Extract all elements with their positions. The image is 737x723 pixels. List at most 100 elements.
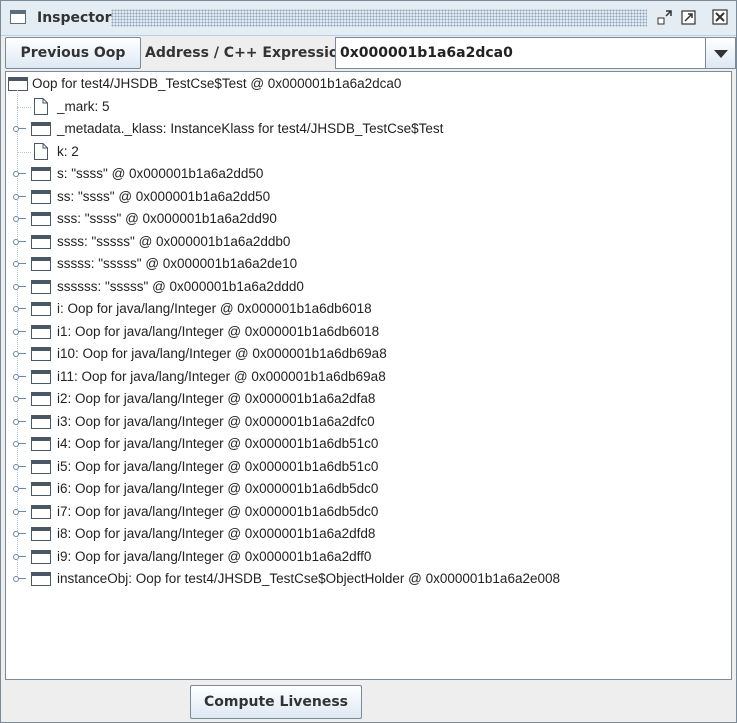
expand-handle-icon[interactable] [13, 439, 26, 449]
tree-row-label: i4: Oop for java/lang/Integer @ 0x000001… [57, 436, 379, 451]
tree-row-label: ssss: "sssss" @ 0x000001b1a6a2ddb0 [57, 233, 291, 249]
expand-handle-icon[interactable] [13, 349, 26, 359]
tree-row-label: k: 2 [57, 143, 79, 159]
folder-icon [31, 279, 51, 294]
expand-handle-icon[interactable] [13, 169, 26, 179]
tree-row[interactable]: i3: Oop for java/lang/Integer @ 0x000001… [6, 411, 726, 433]
folder-icon [31, 189, 51, 204]
tree-row[interactable]: sss: "ssss" @ 0x000001b1a6a2dd90 [6, 208, 726, 230]
tree-row[interactable]: i5: Oop for java/lang/Integer @ 0x000001… [6, 456, 726, 478]
minimize-icon[interactable] [657, 9, 673, 25]
tree-row[interactable]: i2: Oop for java/lang/Integer @ 0x000001… [6, 388, 726, 410]
close-icon[interactable] [712, 9, 728, 25]
expand-handle-icon[interactable] [13, 282, 26, 292]
tree-row[interactable]: _metadata._klass: InstanceKlass for test… [6, 118, 726, 140]
expand-handle-icon[interactable] [13, 192, 26, 202]
expand-handle-icon[interactable] [13, 327, 26, 337]
tree-row[interactable]: _mark: 5 [6, 96, 726, 118]
tree-row-label: i5: Oop for java/lang/Integer @ 0x000001… [57, 458, 379, 474]
expand-handle-icon[interactable] [13, 417, 26, 427]
tree-row-label: i9: Oop for java/lang/Integer @ 0x000001… [57, 548, 372, 564]
tree-row[interactable]: ssssss: "sssss" @ 0x000001b1a6a2ddd0 [6, 276, 726, 298]
tree-row[interactable]: i10: Oop for java/lang/Integer @ 0x00000… [6, 343, 726, 365]
tree-row-label: i7: Oop for java/lang/Integer @ 0x000001… [57, 503, 379, 519]
tree-row-label: i6: Oop for java/lang/Integer @ 0x000001… [57, 481, 379, 496]
tree-row[interactable]: sssss: "sssss" @ 0x000001b1a6a2de10 [6, 253, 726, 275]
tree-row[interactable]: k: 2 [6, 141, 726, 163]
folder-icon [31, 392, 51, 406]
address-combo[interactable]: 0x000001b1a6a2dca0 [335, 37, 736, 69]
folder-icon [31, 302, 51, 316]
folder-icon [31, 167, 51, 181]
tree-row-label: i8: Oop for java/lang/Integer @ 0x000001… [57, 526, 376, 541]
maximize-icon[interactable] [681, 9, 697, 25]
expand-handle-icon[interactable] [13, 484, 26, 494]
expand-handle-icon[interactable] [13, 259, 26, 269]
tree-row[interactable]: ss: "ssss" @ 0x000001b1a6a2dd50 [6, 186, 726, 208]
folder-icon [31, 347, 51, 361]
tree-row-label: instanceObj: Oop for test4/JHSDB_TestCse… [57, 571, 561, 586]
expand-handle-icon[interactable] [13, 304, 26, 314]
folder-icon [31, 504, 51, 519]
tree-row[interactable]: instanceObj: Oop for test4/JHSDB_TestCse… [6, 568, 726, 590]
expand-handle-icon[interactable] [13, 124, 26, 134]
tree-branch-line [17, 151, 31, 153]
tree-row[interactable]: i4: Oop for java/lang/Integer @ 0x000001… [6, 433, 726, 455]
tree-row[interactable]: ssss: "sssss" @ 0x000001b1a6a2ddb0 [6, 231, 726, 253]
tree-row[interactable]: i9: Oop for java/lang/Integer @ 0x000001… [6, 546, 726, 568]
file-icon [34, 142, 48, 160]
oop-tree[interactable]: Oop for test4/JHSDB_TestCse$Test @ 0x000… [5, 71, 732, 680]
folder-icon [31, 527, 51, 541]
window-icon [10, 10, 26, 24]
tree-root-label: Oop for test4/JHSDB_TestCse$Test @ 0x000… [32, 76, 402, 91]
title-drag-area[interactable] [111, 9, 647, 27]
address-input[interactable]: 0x000001b1a6a2dca0 [340, 45, 513, 61]
tree-row[interactable]: i6: Oop for java/lang/Integer @ 0x000001… [6, 478, 726, 500]
tree-row[interactable]: i11: Oop for java/lang/Integer @ 0x00000… [6, 366, 726, 388]
expand-handle-icon[interactable] [13, 574, 26, 584]
tree-row-label: _mark: 5 [57, 98, 110, 114]
tree-row-label: _metadata._klass: InstanceKlass for test… [57, 121, 444, 136]
tree-row[interactable]: i7: Oop for java/lang/Integer @ 0x000001… [6, 501, 726, 523]
folder-icon [31, 234, 51, 249]
expand-handle-icon[interactable] [13, 529, 26, 539]
folder-icon [31, 459, 51, 474]
tree-row-label: i3: Oop for java/lang/Integer @ 0x000001… [57, 413, 375, 429]
folder-icon [31, 369, 51, 384]
window-title: Inspector [37, 10, 112, 26]
tree-row-label: i2: Oop for java/lang/Integer @ 0x000001… [57, 391, 376, 406]
file-icon [34, 97, 48, 115]
tree-row[interactable]: i8: Oop for java/lang/Integer @ 0x000001… [6, 523, 726, 545]
folder-icon [31, 437, 51, 451]
folder-icon [31, 414, 51, 429]
expand-handle-icon[interactable] [13, 394, 26, 404]
chevron-down-icon[interactable] [705, 38, 735, 68]
tree-row-label: i1: Oop for java/lang/Integer @ 0x000001… [57, 323, 380, 339]
tree-row-label: i10: Oop for java/lang/Integer @ 0x00000… [57, 346, 387, 361]
address-label: Address / C++ Expression: [145, 45, 355, 61]
expand-handle-icon[interactable] [13, 372, 26, 382]
expand-handle-icon[interactable] [13, 507, 26, 517]
tree-row-label: i: Oop for java/lang/Integer @ 0x000001b… [57, 301, 372, 316]
expand-handle-icon[interactable] [13, 214, 26, 224]
previous-oop-button[interactable]: Previous Oop [5, 37, 141, 69]
tree-row-label: sssss: "sssss" @ 0x000001b1a6a2de10 [57, 256, 298, 271]
inspector-window: Inspector Previous Oop Address / C++ Exp… [0, 0, 737, 723]
folder-icon [31, 549, 51, 564]
expand-handle-icon[interactable] [13, 237, 26, 247]
tree-row-label: ss: "ssss" @ 0x000001b1a6a2dd50 [57, 188, 271, 204]
tree-row-label: i11: Oop for java/lang/Integer @ 0x00000… [57, 368, 386, 384]
folder-icon [31, 257, 51, 271]
tree-row[interactable]: i: Oop for java/lang/Integer @ 0x000001b… [6, 298, 726, 320]
expand-handle-icon[interactable] [13, 552, 26, 562]
tree-row-label: s: "ssss" @ 0x000001b1a6a2dd50 [57, 166, 264, 181]
tree-row-label: ssssss: "sssss" @ 0x000001b1a6a2ddd0 [57, 278, 304, 294]
expand-handle-icon[interactable] [13, 462, 26, 472]
tree-row[interactable]: s: "ssss" @ 0x000001b1a6a2dd50 [6, 163, 726, 185]
tree-branch-line [17, 106, 31, 108]
tree-row[interactable]: i1: Oop for java/lang/Integer @ 0x000001… [6, 321, 726, 343]
folder-icon [31, 212, 51, 226]
compute-liveness-button[interactable]: Compute Liveness [190, 685, 362, 719]
folder-icon [31, 482, 51, 496]
title-bar[interactable]: Inspector [1, 1, 736, 36]
